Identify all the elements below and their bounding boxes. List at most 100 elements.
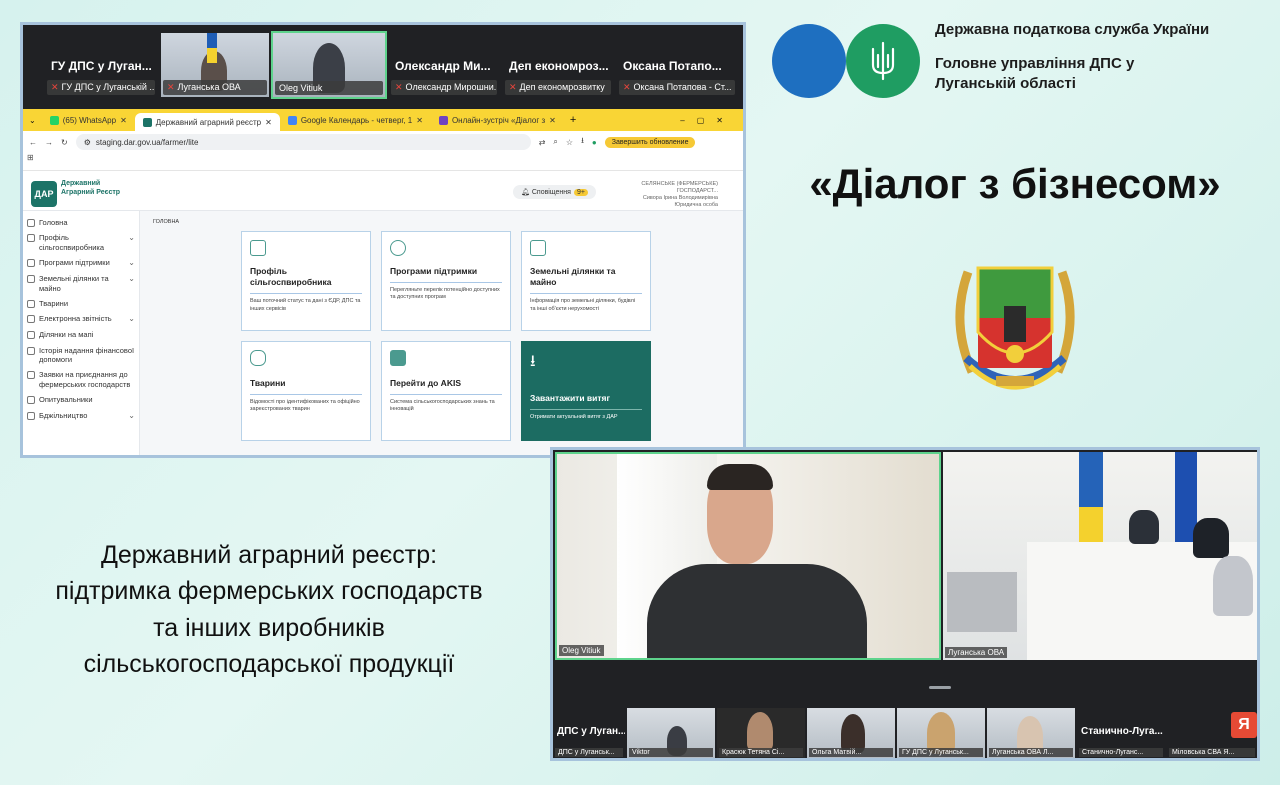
sidebar-item[interactable]: Головна: [23, 215, 139, 230]
browser-tab-whatsapp[interactable]: (65) WhatsApp ✕: [42, 111, 135, 129]
participant-figure: [1129, 510, 1159, 544]
window-controls[interactable]: –▢✕: [680, 116, 743, 125]
zoom-icon[interactable]: ⌕: [553, 137, 557, 147]
profile-avatar-icon[interactable]: ●: [592, 138, 597, 147]
chevron-down-icon[interactable]: ⌄: [128, 274, 135, 284]
close-icon[interactable]: ✕: [265, 118, 272, 127]
sidebar-item-label: Профіль сільгоспвиробника: [39, 233, 105, 252]
close-icon[interactable]: ✕: [416, 116, 423, 125]
participant-thumb-video[interactable]: Луганська ОВА Л...: [987, 708, 1075, 758]
browser-tab-meeting[interactable]: Онлайн-зустріч «Діалог з ✕: [431, 111, 564, 129]
sidebar-item[interactable]: Опитувальники: [23, 392, 139, 407]
sidebar-item[interactable]: Тварини: [23, 296, 139, 311]
participant-tile[interactable]: ГУ ДПС у Луган... ✕ ГУ ДПС у Луганській .…: [45, 33, 157, 97]
participant-label: Красюк Тетяна Сі...: [719, 748, 803, 757]
card-akis[interactable]: Перейти до AKIS Система сільськогосподарс…: [381, 341, 511, 441]
menu-item-icon: [27, 234, 35, 243]
mic-muted-icon: ✕: [167, 82, 175, 92]
sidebar-item-label: Електронна звітність: [39, 314, 112, 324]
sidebar-item-label: Бджільництво: [39, 410, 88, 420]
card-divider: [390, 394, 502, 396]
close-icon[interactable]: ✕: [120, 116, 127, 125]
card-animals[interactable]: Тварини Відомості про ідентифікованих та …: [241, 341, 371, 441]
dashboard-cards: Профіль сільгоспвиробника Ваш поточний ст…: [241, 231, 651, 441]
user-name: Сивора Ірина Володимирівна: [642, 195, 718, 202]
handshake-icon: [390, 240, 406, 256]
menu-item-icon: [27, 371, 35, 380]
translate-icon[interactable]: ⇄: [539, 138, 546, 147]
reload-icon[interactable]: ↻: [61, 138, 68, 147]
card-desc: Відомості про ідентифікованих та офіційн…: [250, 399, 360, 413]
participant-tile-video[interactable]: ✕ Луганська ОВА: [161, 33, 269, 97]
card-desc: Отримати актуальний витяг з ДАР: [530, 414, 618, 421]
event-caption: Державний аграрний реєстр: підтримка фер…: [16, 537, 522, 682]
participant-label-text: Деп економрозвитку: [519, 82, 605, 92]
sidebar-item-label: Ділянки на мапі: [39, 330, 94, 340]
card-support-programs[interactable]: Програми підтримки Перегляньте перелік по…: [381, 231, 511, 331]
tab-list-chevron-icon[interactable]: ⌄: [23, 116, 42, 125]
speaker-label: Oleg Vitiuk: [559, 645, 604, 656]
screenshot-video-meeting: Oleg Vitiuk Луганська ОВА ДПС у Луган...…: [550, 447, 1260, 761]
sidebar-item[interactable]: Електронна звітність ⌄: [23, 311, 139, 327]
back-icon[interactable]: ←: [29, 138, 37, 147]
url-field[interactable]: ⚙ staging.dar.gov.ua/farmer/lite: [75, 134, 531, 150]
participant-thumb[interactable]: Станично-Луга... Станично-Луганс...: [1077, 708, 1165, 758]
notifications-button[interactable]: 🔔︎ Сповіщення 9+: [513, 185, 596, 199]
menu-item-icon: [27, 315, 35, 324]
new-tab-icon[interactable]: +: [564, 114, 582, 126]
participant-thumb-video[interactable]: Красюк Тетяна Сі...: [717, 708, 805, 758]
sidebar-item[interactable]: Історія надання фінансової допомоги: [23, 343, 139, 368]
sidebar-item[interactable]: Заявки на приєднання до фермерських госп…: [23, 367, 139, 392]
chevron-down-icon[interactable]: ⌄: [128, 233, 135, 243]
tab-label: Онлайн-зустріч «Діалог з: [451, 115, 546, 125]
participant-thumb-avatar[interactable]: Я Міловська СВА Я...: [1167, 708, 1257, 758]
browser-tab-calendar[interactable]: Google Календарь - четверг, 1 ✕: [280, 111, 431, 129]
browser-tab-dar[interactable]: Державний аграрний реєстр ✕: [134, 113, 280, 131]
user-info[interactable]: СЕЛЯНСЬКЕ (ФЕРМЕРСЬКЕ) ГОСПОДАРСТ... Сив…: [608, 181, 718, 210]
participant-thumb-video[interactable]: Viktor: [627, 708, 715, 758]
site-sidebar: Головна Профіль сільгоспвиробника ⌄ Програм…: [23, 211, 140, 455]
update-button[interactable]: Завершить обновление: [604, 136, 696, 148]
card-profile[interactable]: Профіль сільгоспвиробника Ваш поточний ст…: [241, 231, 371, 331]
card-land[interactable]: Земельні ділянки та майно Інформація про …: [521, 231, 651, 331]
close-icon[interactable]: ✕: [549, 116, 556, 125]
participant-thumb-video[interactable]: Ольга Матвій...: [807, 708, 895, 758]
dar-icon: [142, 117, 152, 127]
card-divider: [250, 293, 362, 295]
sidebar-item[interactable]: Земельні ділянки та майно ⌄: [23, 271, 139, 296]
panel-drag-handle[interactable]: [929, 686, 951, 689]
apps-grid-icon[interactable]: ⊞: [27, 153, 34, 162]
sidebar-item[interactable]: Профіль сільгоспвиробника ⌄: [23, 230, 139, 255]
sidebar-item[interactable]: Бджільництво ⌄: [23, 408, 139, 424]
speaker-video[interactable]: Oleg Vitiuk: [555, 452, 941, 660]
chevron-down-icon[interactable]: ⌄: [128, 314, 135, 324]
participant-tile[interactable]: Олександр Ми... ✕ Олександр Мирошни...: [389, 33, 499, 97]
card-download-extract[interactable]: ⭳ Завантажити витяг Отримати актуальний ви…: [521, 341, 651, 441]
sidebar-item-label: Історія надання фінансової допомоги: [39, 345, 135, 364]
dar-logo[interactable]: ДАР: [31, 181, 57, 207]
sidebar-item[interactable]: Ділянки на мапі: [23, 327, 139, 342]
sidebar-item[interactable]: Програми підтримки ⌄: [23, 255, 139, 271]
room-video[interactable]: Луганська ОВА: [943, 452, 1257, 660]
participant-tile[interactable]: Оксана Потапо... ✕ Оксана Потапова - Ст..…: [617, 33, 737, 97]
chevron-down-icon[interactable]: ⌄: [128, 411, 135, 421]
participant-thumb-video[interactable]: ГУ ДПС у Луганськ...: [897, 708, 985, 758]
avatar: Я: [1231, 712, 1257, 738]
forward-icon[interactable]: →: [45, 138, 53, 147]
sidebar-item-label: Опитувальники: [39, 395, 93, 405]
chevron-down-icon[interactable]: ⌄: [128, 258, 135, 268]
participant-tile[interactable]: Деп економроз... ✕ Деп економрозвитку: [503, 33, 613, 97]
card-divider: [250, 394, 362, 396]
participant-label: Ольга Матвій...: [809, 748, 893, 757]
participant-label: ✕ ГУ ДПС у Луганській ...: [47, 80, 155, 95]
card-title: Тварини: [250, 378, 286, 388]
download-icon[interactable]: ⭳: [581, 135, 584, 149]
browser-tab-bar: ⌄ (65) WhatsApp ✕ Державний аграрний реєс…: [23, 109, 743, 131]
participant-tile-video-active[interactable]: Oleg Vitiuk: [271, 31, 387, 99]
card-desc: Система сільськогосподарських знань та і…: [390, 399, 495, 413]
org-name: Державна податкова служба України: [935, 21, 1210, 38]
site-info-icon[interactable]: ⚙: [84, 138, 91, 147]
participant-thumb[interactable]: ДПС у Луган... ДПС у Луганськ...: [553, 708, 625, 758]
participant-label: ДПС у Луганськ...: [555, 748, 623, 757]
bookmark-star-icon[interactable]: ☆: [566, 138, 573, 147]
